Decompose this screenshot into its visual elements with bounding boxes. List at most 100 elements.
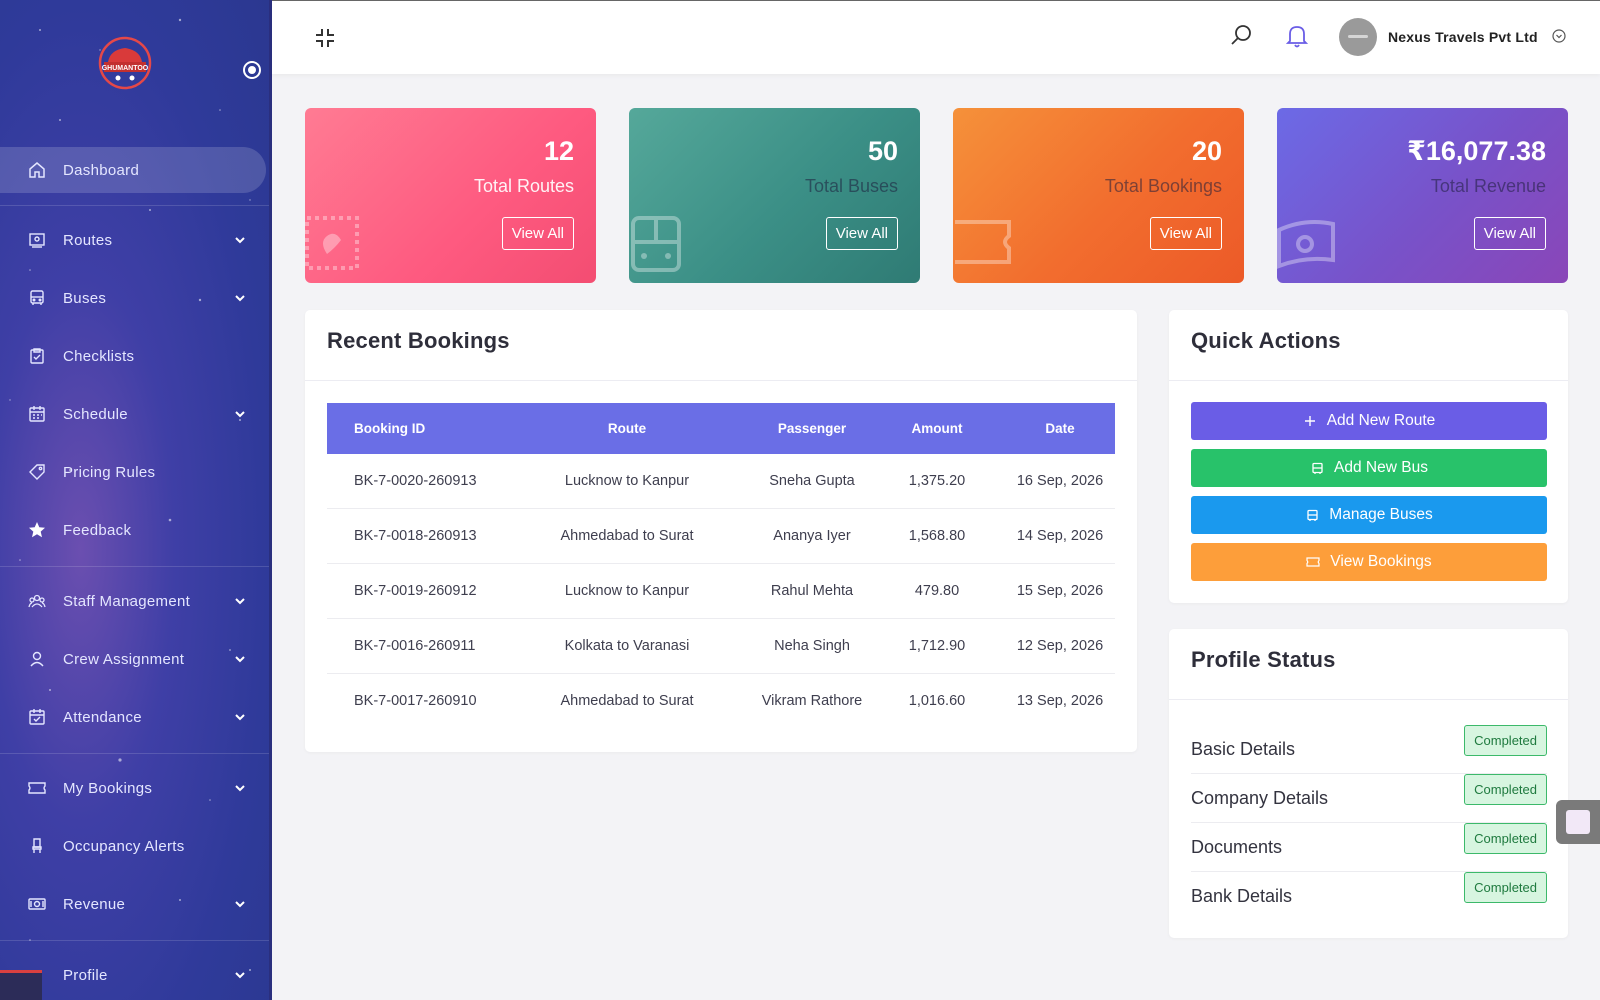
view-all-button[interactable]: View All — [1473, 217, 1546, 250]
sidebar-item-label: Buses — [63, 289, 107, 307]
panel-title: Recent Bookings — [327, 328, 510, 353]
button-label: View Bookings — [1330, 553, 1432, 570]
table-row[interactable]: BK-7-0017-260910 Ahmedabad to Surat Vikr… — [327, 674, 1115, 729]
chevron-down-icon — [235, 972, 245, 979]
view-all-button[interactable]: View All — [501, 217, 574, 250]
framework-logo-icon — [0, 970, 42, 1000]
button-label: Add New Bus — [1334, 459, 1428, 476]
column-header-date[interactable]: Date — [1007, 421, 1113, 436]
sidebar-toggle-button[interactable] — [243, 61, 261, 79]
sidebar-item-buses[interactable]: Buses — [0, 275, 266, 321]
status-label: Basic Details — [1191, 739, 1296, 759]
attendance-icon — [27, 707, 47, 727]
cell-passenger: Rahul Mehta — [770, 583, 854, 599]
logo-text: GHUMANTOO — [102, 65, 149, 72]
table-row[interactable]: BK-7-0018-260913 Ahmedabad to Surat Anan… — [327, 509, 1115, 564]
floating-helper-button[interactable] — [1556, 800, 1600, 844]
panel-title: Profile Status — [1191, 647, 1336, 672]
sidebar-item-attendance[interactable]: Attendance — [0, 694, 266, 740]
button-label: Manage Buses — [1329, 506, 1433, 523]
cell-booking-id: BK-7-0018-260913 — [354, 528, 477, 544]
stat-value: ₹16,077.38 — [1407, 136, 1546, 166]
company-name[interactable]: Nexus Travels Pvt Ltd — [1388, 29, 1538, 45]
sidebar-item-routes[interactable]: Routes — [0, 217, 266, 263]
sidebar-item-label: Routes — [63, 231, 113, 249]
cell-amount: 1,016.60 — [908, 693, 966, 709]
table-row[interactable]: BK-7-0019-260912 Lucknow to Kanpur Rahul… — [327, 564, 1115, 619]
cell-passenger: Neha Singh — [774, 638, 850, 654]
sidebar-item-label: Dashboard — [63, 161, 140, 179]
cell-date: 16 Sep, 2026 — [1016, 473, 1104, 489]
cell-passenger: Sneha Gupta — [769, 473, 855, 489]
sidebar-item-pricing-rules[interactable]: Pricing Rules — [0, 449, 266, 495]
sidebar-item-label: Feedback — [63, 521, 132, 539]
cell-date: 12 Sep, 2026 — [1016, 638, 1104, 654]
view-bookings-button[interactable]: View Bookings — [1191, 543, 1547, 581]
cell-date: 15 Sep, 2026 — [1016, 583, 1104, 599]
stat-label: Total Routes — [473, 176, 574, 196]
view-all-button[interactable]: View All — [1149, 217, 1222, 250]
sidebar-item-staff-management[interactable]: Staff Management — [0, 578, 266, 624]
seat-icon — [27, 836, 47, 856]
column-header-booking-id[interactable]: Booking ID — [354, 421, 425, 436]
cell-booking-id: BK-7-0016-260911 — [354, 638, 476, 654]
status-badge: Completed — [1464, 725, 1547, 756]
chevron-down-icon — [235, 714, 245, 721]
sidebar-item-label: My Bookings — [63, 779, 153, 797]
add-new-route-button[interactable]: Add New Route — [1191, 402, 1547, 440]
status-label: Company Details — [1191, 788, 1329, 808]
recent-bookings-panel: Recent Bookings Booking ID Route Passeng… — [305, 310, 1137, 752]
chevron-down-icon[interactable] — [1552, 29, 1566, 43]
manage-buses-button[interactable]: Manage Buses — [1191, 496, 1547, 534]
bell-icon[interactable] — [1286, 23, 1308, 49]
status-badge: Completed — [1464, 872, 1547, 903]
add-new-bus-button[interactable]: Add New Bus — [1191, 449, 1547, 487]
sidebar-item-checklists[interactable]: Checklists — [0, 333, 266, 379]
sidebar-item-schedule[interactable]: Schedule — [0, 391, 266, 437]
sidebar-item-label: Revenue — [63, 895, 126, 913]
profile-status-row: Company Details Completed — [1191, 774, 1547, 823]
staff-icon — [27, 591, 47, 611]
sidebar-item-label: Checklists — [63, 347, 135, 365]
panel-divider — [1169, 699, 1568, 700]
table-row[interactable]: BK-7-0016-260911 Kolkata to Varanasi Neh… — [327, 619, 1115, 674]
brand-logo[interactable]: GHUMANTOO — [96, 36, 154, 90]
sidebar-item-my-bookings[interactable]: My Bookings — [0, 765, 266, 811]
sidebar-item-feedback[interactable]: Feedback — [0, 507, 266, 553]
sidebar-divider — [0, 753, 269, 754]
sidebar-item-occupancy-alerts[interactable]: Occupancy Alerts — [0, 823, 266, 869]
chevron-down-icon — [235, 295, 245, 302]
cell-booking-id: BK-7-0019-260912 — [354, 583, 477, 599]
chevron-down-icon — [235, 237, 245, 244]
search-icon[interactable] — [1230, 23, 1254, 47]
avatar[interactable] — [1339, 18, 1377, 56]
column-header-passenger[interactable]: Passenger — [722, 421, 902, 436]
cell-route: Lucknow to Kanpur — [564, 473, 690, 489]
cell-amount: 479.80 — [914, 583, 960, 599]
column-header-route[interactable]: Route — [537, 421, 717, 436]
sidebar-item-crew-assignment[interactable]: Crew Assignment — [0, 636, 266, 682]
status-badge: Completed — [1464, 774, 1547, 805]
stat-label: Total Revenue — [1430, 176, 1546, 196]
sidebar-item-label: Staff Management — [63, 592, 191, 610]
home-icon — [27, 160, 47, 180]
user-icon — [27, 649, 47, 669]
sidebar-divider — [0, 940, 269, 941]
table-header: Booking ID Route Passenger Amount Date — [327, 403, 1115, 454]
bus-icon — [1305, 508, 1319, 522]
collapse-icon[interactable] — [314, 27, 336, 49]
cell-booking-id: BK-7-0017-260910 — [354, 693, 477, 709]
view-all-button[interactable]: View All — [825, 217, 898, 250]
calendar-icon — [27, 404, 47, 424]
plus-icon — [1303, 414, 1317, 428]
table-row[interactable]: BK-7-0020-260913 Lucknow to Kanpur Sneha… — [327, 454, 1115, 509]
tag-icon — [27, 462, 47, 482]
bus-icon — [27, 288, 47, 308]
column-header-amount[interactable]: Amount — [887, 421, 987, 436]
cell-route: Ahmedabad to Surat — [560, 528, 694, 544]
button-label: Add New Route — [1326, 412, 1436, 429]
sidebar-item-label: Crew Assignment — [63, 650, 185, 668]
panel-title: Quick Actions — [1191, 328, 1341, 353]
sidebar-item-revenue[interactable]: Revenue — [0, 881, 266, 927]
sidebar-item-dashboard[interactable]: Dashboard — [0, 147, 266, 193]
